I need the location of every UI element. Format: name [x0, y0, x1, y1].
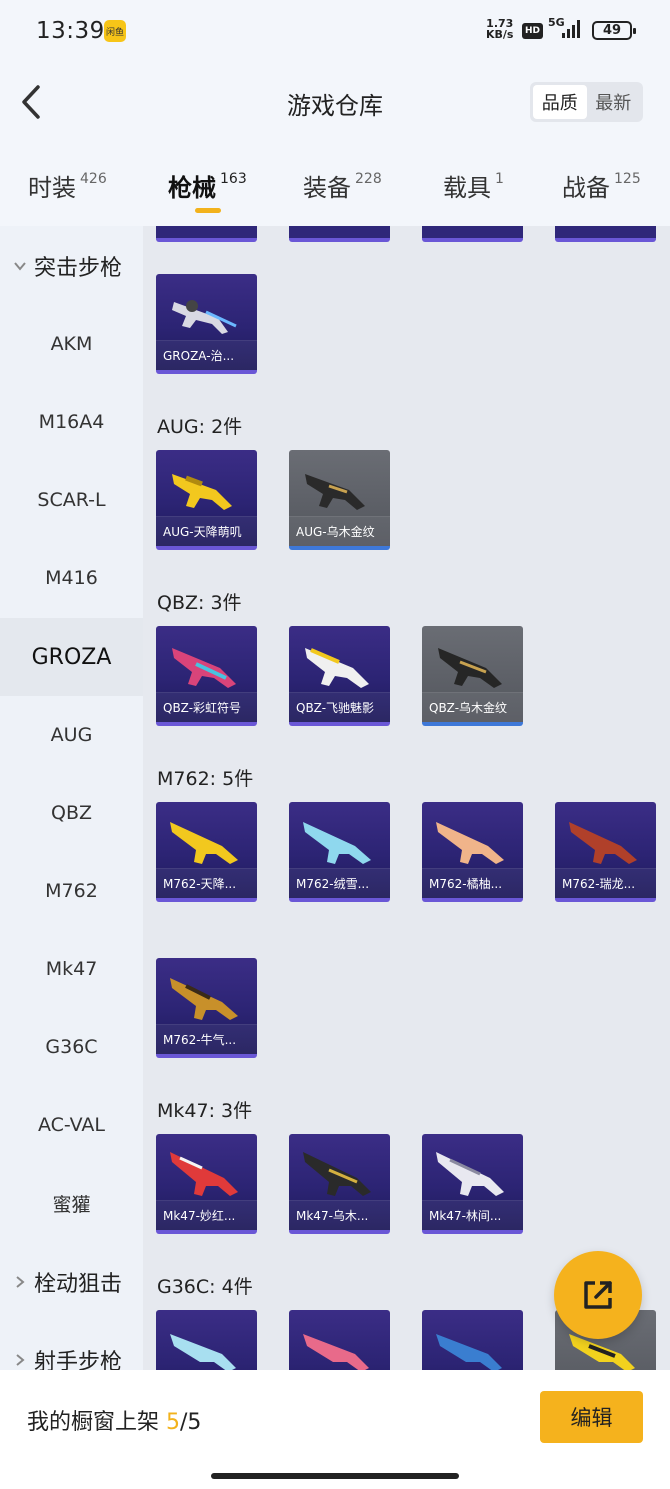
- share-button[interactable]: [554, 1251, 642, 1339]
- weapon-type-sidebar: 突击步枪 AKM M16A4 SCAR-L M416 GROZA AUG QBZ…: [0, 226, 143, 1370]
- weapon-card[interactable]: AUG-乌木金纹: [289, 450, 390, 550]
- sidebar-item-m762[interactable]: M762: [0, 852, 143, 930]
- showcase-current-count: 5: [166, 1410, 181, 1435]
- external-link-icon: [584, 1281, 612, 1309]
- tab-equipment[interactable]: 装备 228: [303, 168, 382, 203]
- weapon-card-partial[interactable]: [289, 226, 390, 242]
- showcase-status: 我的橱窗上架 5/5: [27, 1410, 202, 1435]
- section-header-g36c: G36C: 4件: [157, 1276, 253, 1298]
- sidebar-item-g36c[interactable]: G36C: [0, 1008, 143, 1086]
- network-speed: 1.73 KB/s: [486, 17, 514, 41]
- edit-button[interactable]: 编辑: [540, 1391, 643, 1443]
- category-tabs: 时装 426 枪械 163 装备 228 载具 1 战备 125: [0, 142, 670, 226]
- signal-icon: 5G: [548, 16, 586, 40]
- status-bar: 13:39 闲鱼 1.73 KB/s HD 5G 49: [0, 0, 670, 62]
- rifle-image-icon: [569, 822, 637, 864]
- weapon-card[interactable]: M762-天降...: [156, 802, 257, 902]
- rifle-image-icon: [170, 978, 238, 1020]
- weapon-grid: GROZA-治... AUG: 2件 AUG-天降萌叽 AUG-乌木金纹 QBZ…: [143, 226, 670, 1370]
- weapon-card[interactable]: [289, 1310, 390, 1370]
- app-notification-icon: 闲鱼: [104, 20, 126, 42]
- top-header: 游戏仓库 品质 最新: [0, 62, 670, 142]
- sidebar-item-ac-val[interactable]: AC-VAL: [0, 1086, 143, 1164]
- rifle-image-icon: [172, 648, 236, 688]
- weapon-card[interactable]: M762-瑞龙...: [555, 802, 656, 902]
- sort-newest-button[interactable]: 最新: [587, 85, 641, 119]
- battery-icon: 49: [592, 21, 636, 40]
- rifle-image-icon: [303, 822, 371, 864]
- weapon-card[interactable]: Mk47-林间...: [422, 1134, 523, 1234]
- weapon-card[interactable]: M762-橘柚...: [422, 802, 523, 902]
- rifle-image-icon: [170, 1152, 238, 1196]
- sidebar-item-mk47[interactable]: Mk47: [0, 930, 143, 1008]
- active-tab-indicator: [195, 208, 221, 213]
- sidebar-item-m16a4[interactable]: M16A4: [0, 383, 143, 461]
- status-time: 13:39: [36, 18, 105, 44]
- sidebar-item-qbz[interactable]: QBZ: [0, 774, 143, 852]
- rifle-image-icon: [438, 648, 502, 688]
- chevron-down-icon: [14, 262, 26, 271]
- section-header-m762: M762: 5件: [157, 768, 254, 790]
- weapon-card[interactable]: GROZA-治...: [156, 274, 257, 374]
- weapon-card-partial[interactable]: [156, 226, 257, 242]
- chevron-right-icon: [16, 1276, 25, 1288]
- rifle-image-icon: [305, 474, 365, 510]
- section-header-qbz: QBZ: 3件: [157, 592, 242, 614]
- sidebar-group-bolt-action[interactable]: 栓动狙击: [0, 1243, 143, 1321]
- weapon-card[interactable]: M762-牛气...: [156, 958, 257, 1058]
- tab-supplies[interactable]: 战备 125: [562, 168, 641, 203]
- showcase-footer: 我的橱窗上架 5/5 编辑: [0, 1370, 670, 1489]
- weapon-card-partial[interactable]: [422, 226, 523, 242]
- rifle-image-icon: [170, 822, 238, 864]
- tab-vehicles[interactable]: 载具 1: [443, 168, 504, 203]
- section-header-aug: AUG: 2件: [157, 416, 243, 438]
- weapon-card[interactable]: Mk47-妙红...: [156, 1134, 257, 1234]
- rifle-image-icon: [436, 822, 504, 864]
- rifle-image-icon: [436, 1334, 502, 1370]
- weapon-card[interactable]: M762-绒雪...: [289, 802, 390, 902]
- sidebar-item-m416[interactable]: M416: [0, 539, 143, 617]
- weapon-card[interactable]: QBZ-飞驰魅影: [289, 626, 390, 726]
- sidebar-group-marksman[interactable]: 射手步枪: [0, 1321, 143, 1370]
- sidebar-item-akm[interactable]: AKM: [0, 305, 143, 383]
- weapon-card[interactable]: [156, 1310, 257, 1370]
- section-header-mk47: Mk47: 3件: [157, 1100, 253, 1122]
- rifle-image-icon: [172, 300, 237, 334]
- weapon-card[interactable]: QBZ-彩虹符号: [156, 626, 257, 726]
- sidebar-item-scar-l[interactable]: SCAR-L: [0, 461, 143, 539]
- tab-firearms[interactable]: 枪械 163: [168, 168, 247, 203]
- sidebar-item-aug[interactable]: AUG: [0, 696, 143, 774]
- sort-toggle: 品质 最新: [530, 82, 643, 122]
- tab-costume[interactable]: 时装 426: [28, 168, 107, 203]
- chevron-right-icon: [16, 1354, 25, 1366]
- sidebar-group-assault-rifles[interactable]: 突击步枪: [0, 227, 143, 305]
- weapon-card-partial[interactable]: [555, 226, 656, 242]
- weapon-card[interactable]: Mk47-乌木...: [289, 1134, 390, 1234]
- rifle-image-icon: [303, 1152, 371, 1196]
- weapon-card[interactable]: QBZ-乌木金纹: [422, 626, 523, 726]
- rifle-image-icon: [436, 1152, 504, 1196]
- hd-icon: HD: [522, 23, 543, 39]
- weapon-card[interactable]: AUG-天降萌叽: [156, 450, 257, 550]
- sidebar-item-groza[interactable]: GROZA: [0, 618, 143, 696]
- weapon-card[interactable]: [422, 1310, 523, 1370]
- rifle-image-icon: [303, 1334, 369, 1370]
- rifle-image-icon: [305, 648, 369, 688]
- sidebar-item-honey-badger[interactable]: 蜜獾: [0, 1164, 143, 1242]
- rifle-image-icon: [172, 474, 232, 510]
- sort-quality-button[interactable]: 品质: [533, 85, 587, 119]
- rifle-image-icon: [170, 1334, 236, 1370]
- home-indicator[interactable]: [211, 1473, 459, 1479]
